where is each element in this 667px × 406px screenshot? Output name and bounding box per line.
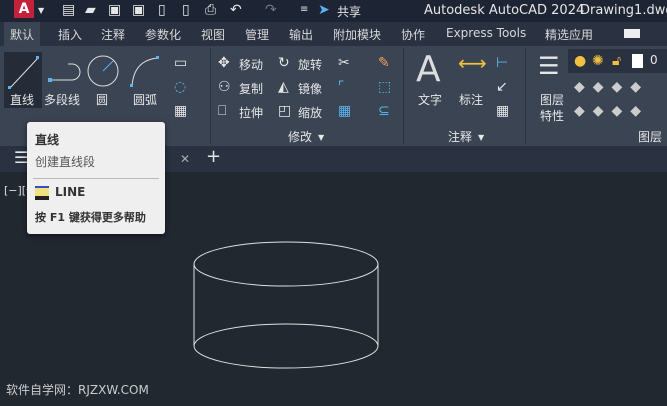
rectangle-icon[interactable]: ▭ [174,56,187,70]
tab-addins[interactable]: 附加模块 [333,26,381,43]
app-title: Autodesk AutoCAD 2024 [424,3,585,18]
text-label[interactable]: 文字 [418,91,442,108]
line-label: 直线 [10,93,35,107]
dropdown-icon[interactable]: ▼ [38,4,44,18]
save-as-icon[interactable]: ▣ [132,3,145,17]
layer-dropdown[interactable]: ● ✺ 🔓︎ 0 [568,49,667,73]
rotate-icon: ↻ [278,55,290,71]
linear-dim-icon[interactable]: ⊢ [496,56,508,70]
offset-icon[interactable]: ⊆ [378,104,390,118]
arc-label[interactable]: 圆弧 [133,91,157,108]
table-icon[interactable]: ▦ [496,104,509,118]
tab-insert[interactable]: 插入 [58,26,82,43]
ellipse-icon[interactable]: ◌ [174,80,186,94]
tab-view[interactable]: 视图 [201,26,225,43]
copy-icon: ⚇ [218,79,231,95]
tab-annotate[interactable]: 注释 [101,26,125,43]
cylinder-drawing [193,241,379,369]
scale-icon: ◰ [278,103,292,119]
tooltip-title: 直线 [35,133,60,147]
ribbon-tabs: 默认 插入 注释 参数化 视图 管理 输出 附加模块 协作 Express To… [0,22,667,46]
tooltip-help: 按 F1 键获得更多帮助 [35,211,146,224]
explode-icon[interactable]: ⬚ [378,80,391,94]
mirror-button[interactable]: 镜像 [298,80,322,97]
stretch-icon: ⎕ [218,103,227,119]
undo-icon[interactable]: ↶ [230,3,242,17]
trim-icon[interactable]: ✂ [338,56,350,70]
modify-dropdown-icon[interactable]: ▼ [318,131,324,145]
share-button[interactable]: 共享 [337,3,361,20]
open-folder-icon[interactable]: ▰ [85,3,96,17]
dimension-label[interactable]: 标注 [459,91,483,108]
line-icon [8,56,39,89]
layer-properties-label-1[interactable]: 图层 [540,91,564,108]
tooltip-description: 创建直线段 [35,155,96,169]
tooltip-divider [33,178,159,179]
move-button[interactable]: 移动 [239,56,263,73]
arc-icon[interactable] [128,54,162,88]
new-tab-icon[interactable]: + [206,148,221,166]
polyline-icon[interactable] [46,60,82,84]
mirror-icon: ◭ [278,79,289,95]
tab-default[interactable]: 默认 [4,22,41,46]
new-file-icon[interactable]: ▤ [62,3,75,17]
move-icon: ✥ [218,55,230,71]
dimension-icon[interactable]: ⟷ [458,53,487,73]
sun-icon: ✺ [592,53,604,69]
annotation-panel-label[interactable]: 注释 [448,128,472,145]
layers-panel-label[interactable]: 图层 [638,128,662,145]
fillet-icon[interactable]: ⌜ [338,80,345,94]
layer-properties-icon[interactable]: ☰ [538,54,560,78]
title-bar: A ▼ ▤ ▰ ▣ ▣ ▯ ▯ ⎙ ↶ ↷ ≡ ➤ 共享 Autodesk Au… [0,0,667,22]
layer-tools-row2[interactable]: ◆◆◆◆ [574,104,649,118]
tooltip-command: LINE [55,185,86,199]
customize-icon[interactable]: ≡ [300,3,308,17]
layer-properties-label-2[interactable]: 特性 [540,107,564,124]
circle-label[interactable]: 圆 [96,91,108,108]
array-icon[interactable]: ▦ [338,104,351,118]
print-icon[interactable]: ⎙ [205,3,216,17]
circle-icon[interactable] [86,54,120,88]
tooltip: 直线 创建直线段 LINE 按 F1 键获得更多帮助 [27,122,165,234]
line-command-icon [35,186,49,200]
close-tab-icon[interactable]: ✕ [180,152,190,166]
leader-icon[interactable]: ↙ [496,80,508,94]
polyline-label[interactable]: 多段线 [44,91,80,108]
scale-button[interactable]: 缩放 [298,104,322,121]
layer-tools-row1[interactable]: ◆◆◆◆ [574,80,649,94]
stretch-button[interactable]: 拉伸 [239,104,263,121]
erase-icon[interactable]: ✎ [378,56,390,70]
app-logo[interactable]: A [14,0,34,18]
save-web-icon[interactable]: ▯ [182,3,190,17]
open-web-icon[interactable]: ▯ [158,3,166,17]
copy-button[interactable]: 复制 [239,80,263,97]
tab-featured-apps[interactable]: 精选应用 [545,26,593,43]
bulb-icon: ● [574,53,587,69]
layer-name: 0 [650,53,658,67]
document-title: Drawing1.dwg [580,3,667,18]
tab-express-tools[interactable]: Express Tools [446,26,526,40]
rotate-button[interactable]: 旋转 [298,56,322,73]
tab-parametric[interactable]: 参数化 [145,26,181,43]
layer-color-swatch [632,54,643,68]
tab-manage[interactable]: 管理 [245,26,269,43]
ribbon-minimize-button[interactable] [624,29,640,38]
tab-output[interactable]: 输出 [289,26,313,43]
annotation-dropdown-icon[interactable]: ▼ [478,131,484,145]
hatch-icon[interactable]: ▦ [174,104,187,118]
share-icon[interactable]: ➤ [318,3,330,17]
modify-panel-label[interactable]: 修改 [288,128,312,145]
redo-icon[interactable]: ↷ [265,3,277,17]
tab-collaborate[interactable]: 协作 [401,26,425,43]
watermark: 软件自学网：RJZXW.COM [6,383,149,397]
save-icon[interactable]: ▣ [108,3,121,17]
unlock-icon: 🔓︎ [612,53,622,69]
text-icon[interactable]: A [416,52,441,88]
